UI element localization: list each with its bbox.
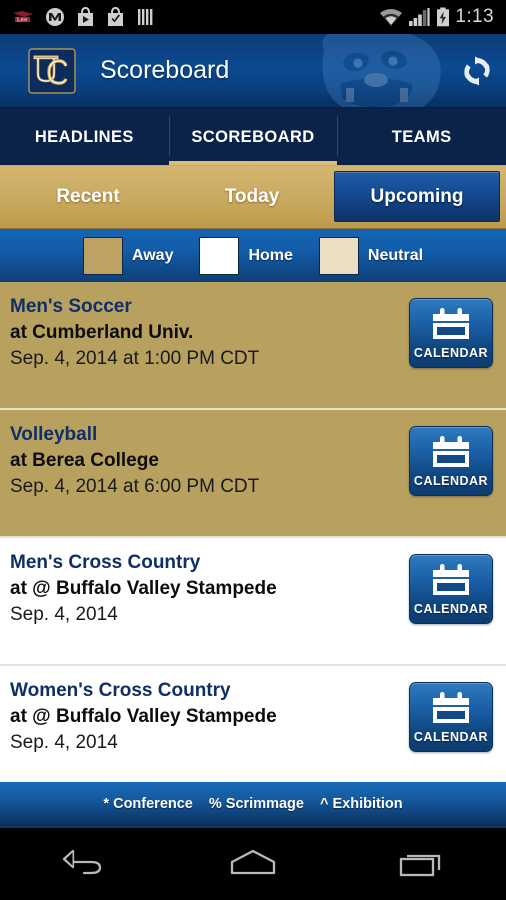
subtab-today[interactable]: Today [170,171,334,222]
add-to-calendar-button[interactable]: CALENDAR [409,682,493,752]
footnote-conference: * Conference [103,796,193,812]
wifi-icon [380,8,403,26]
signal-icon [409,7,431,26]
subtab-upcoming[interactable]: Upcoming [334,171,500,222]
legend-label-neutral: Neutral [367,246,424,264]
table-row[interactable]: Women's Cross Country at @ Buffalo Valle… [0,666,506,782]
calendar-icon [433,563,469,595]
back-button[interactable] [49,840,119,886]
table-row[interactable]: Men's Cross Country at @ Buffalo Valley … [0,538,506,666]
footnote-scrimmage: % Scrimmage [208,796,304,812]
play-store-check-icon [108,7,123,26]
status-bar-notification-icons: Lee [8,7,154,27]
app-root: Lee 1:13 Scoreboard HEADLINES SCOREBOARD… [0,0,506,900]
legend-label-away: Away [131,246,174,264]
table-row[interactable]: Men's Soccer at Cumberland Univ. Sep. 4,… [0,282,506,410]
calendar-icon [433,691,469,723]
status-bar-clock: 1:13 [455,6,494,27]
calendar-button-label: CALENDAR [413,601,489,616]
play-store-icon [78,7,93,26]
tab-headlines-label: HEADLINES [34,127,134,146]
legend-footnote-bar: * Conference % Scrimmage ^ Exhibition [0,782,506,826]
home-button[interactable] [218,840,288,886]
tab-teams-label: TEAMS [391,127,452,146]
tab-teams[interactable]: TEAMS [337,108,506,166]
scoreboard-filter-segmented-control: Recent Today Upcoming [0,166,506,228]
subtab-recent-label: Recent [56,185,120,207]
upcoming-games-list[interactable]: Men's Soccer at Cumberland Univ. Sep. 4,… [0,282,506,782]
legend-item-neutral: Neutral [318,236,424,275]
status-bar-system-icons: 1:13 [379,6,498,28]
add-to-calendar-button[interactable]: CALENDAR [409,554,493,624]
app-header: Scoreboard [0,34,506,108]
tab-scoreboard-label: SCOREBOARD [191,127,315,146]
add-to-calendar-button[interactable]: CALENDAR [409,298,493,368]
legend-swatch-away [82,236,123,275]
legend-swatch-home [199,236,240,275]
back-icon [63,849,102,875]
motorola-icon [46,8,64,26]
battery-charging-icon [437,7,450,27]
uc-shield-logo [28,47,76,94]
legend-label-home: Home [248,246,293,264]
calendar-icon [433,307,469,339]
refresh-icon[interactable] [460,54,494,88]
venue-legend-bar: Away Home Neutral [0,228,506,282]
main-tab-bar: HEADLINES SCOREBOARD TEAMS [0,108,506,166]
footnote-exhibition: ^ Exhibition [319,796,403,812]
legend-swatch-neutral [318,236,359,275]
calendar-button-label: CALENDAR [413,345,489,360]
lee-logo-icon: Lee [13,11,33,24]
legend-item-home: Home [199,236,293,275]
tab-scoreboard[interactable]: SCOREBOARD [168,108,338,166]
tab-headlines[interactable]: HEADLINES [0,108,169,166]
subtab-upcoming-label: Upcoming [370,185,464,207]
table-row[interactable]: Volleyball at Berea College Sep. 4, 2014… [0,410,506,538]
home-icon [230,849,276,875]
subtab-recent[interactable]: Recent [6,171,170,222]
calendar-button-label: CALENDAR [413,473,489,488]
recents-button[interactable] [387,840,457,886]
android-status-bar: Lee 1:13 [0,0,506,34]
bars-icon [138,9,153,25]
calendar-icon [433,435,469,467]
legend-item-away: Away [82,236,174,275]
calendar-button-label: CALENDAR [413,729,489,744]
svg-text:Lee: Lee [17,18,28,24]
recents-icon [399,854,440,877]
add-to-calendar-button[interactable]: CALENDAR [409,426,493,496]
subtab-today-label: Today [224,185,280,207]
page-title: Scoreboard [100,56,230,84]
android-navigation-bar [0,826,506,898]
